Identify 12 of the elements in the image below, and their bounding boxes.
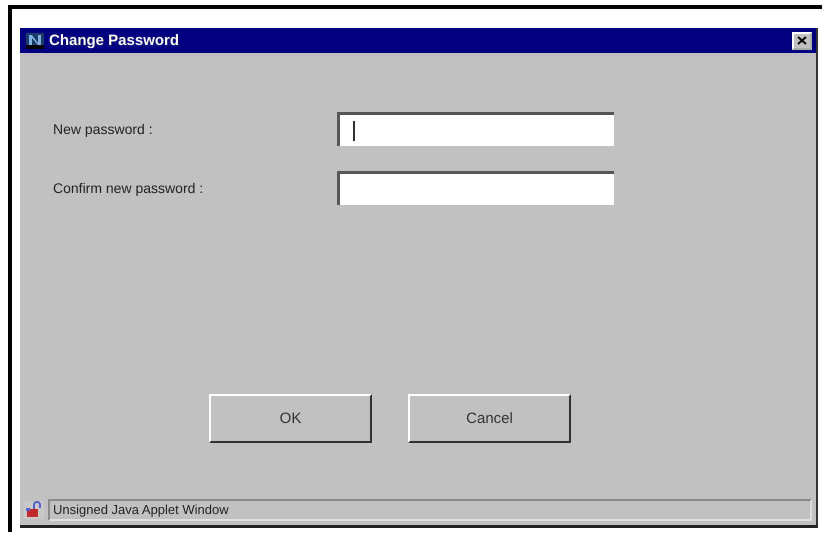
close-button[interactable]	[792, 32, 812, 50]
status-text: Unsigned Java Applet Window	[48, 499, 812, 521]
lock-icon	[24, 501, 44, 519]
password-field[interactable]	[337, 171, 614, 205]
app-icon	[26, 32, 44, 48]
dialog-button[interactable]: Cancel	[408, 394, 571, 443]
field-label: Confirm new password :	[53, 180, 204, 196]
password-field[interactable]	[337, 112, 614, 146]
field-label: New password :	[53, 121, 154, 137]
close-icon	[797, 36, 807, 45]
window-title: Change Password	[49, 32, 180, 49]
dialog-button[interactable]: OK	[209, 394, 372, 443]
